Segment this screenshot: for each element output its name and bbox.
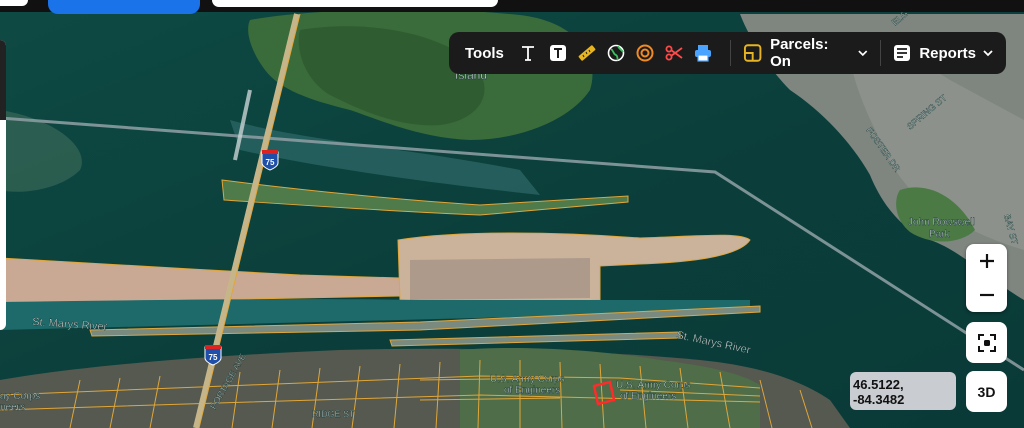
chevron-down-icon (858, 50, 868, 57)
3d-toggle-button[interactable]: 3D (966, 371, 1007, 412)
top-primary-button[interactable] (48, 0, 200, 14)
army-corps-label-1b: of Engineers (504, 385, 560, 396)
buffer-ring-icon[interactable] (630, 38, 659, 68)
tools-label: Tools (465, 44, 504, 62)
reports-label: Reports (919, 44, 976, 62)
park-label: John Rowswell (908, 217, 975, 228)
interstate-75-south-shield: 75 (204, 345, 222, 366)
toolbar-separator-2 (880, 40, 882, 66)
park-label-2: Park (929, 229, 951, 240)
latitude-value: 46.5122, (853, 377, 904, 392)
zoom-in-button[interactable] (966, 244, 1007, 278)
reports-dropdown[interactable]: Reports (893, 44, 994, 62)
top-left-button[interactable] (0, 0, 28, 6)
parcels-label: Parcels: On (770, 36, 829, 70)
longitude-value: -84.3482 (853, 392, 905, 407)
chevron-down-icon (983, 50, 993, 57)
left-side-panel-header (0, 40, 6, 120)
top-search-field[interactable] (212, 0, 498, 7)
zoom-control (966, 244, 1007, 312)
map-toolbar: Tools Parcels: On Reports (449, 32, 1006, 74)
fullscreen-button[interactable] (966, 322, 1007, 363)
army-corps-label-3b: neers (0, 402, 25, 413)
reports-icon (894, 45, 911, 61)
ridge-st-label: RIDGE ST (312, 409, 355, 419)
army-corps-label-1a: U.S. Army Corps (490, 374, 564, 385)
plus-icon (979, 254, 994, 268)
minus-icon (979, 293, 994, 297)
scissors-icon[interactable] (660, 38, 689, 68)
text-tool-icon[interactable] (514, 38, 543, 68)
fullscreen-icon (977, 333, 996, 352)
ruler-icon[interactable] (572, 38, 601, 68)
i75-south-label: 75 (209, 353, 218, 362)
globe-icon[interactable] (601, 38, 630, 68)
print-icon[interactable] (689, 38, 718, 68)
parcels-icon (743, 44, 762, 62)
interstate-75-north-shield: 75 (261, 150, 279, 171)
army-corps-label-2a: U.S. Army Corps (616, 380, 690, 391)
toolbar-separator (729, 40, 731, 66)
army-corps-label-2b: of Engineers (620, 391, 676, 402)
zoom-out-button[interactable] (966, 278, 1007, 312)
coordinate-readout: 46.5122, -84.3482 (850, 372, 956, 410)
parcels-toggle-dropdown[interactable]: Parcels: On (743, 36, 869, 70)
i75-north-label: 75 (266, 158, 275, 167)
text-box-icon[interactable] (543, 38, 572, 68)
army-corps-label-3a: ay Corps (0, 391, 40, 402)
